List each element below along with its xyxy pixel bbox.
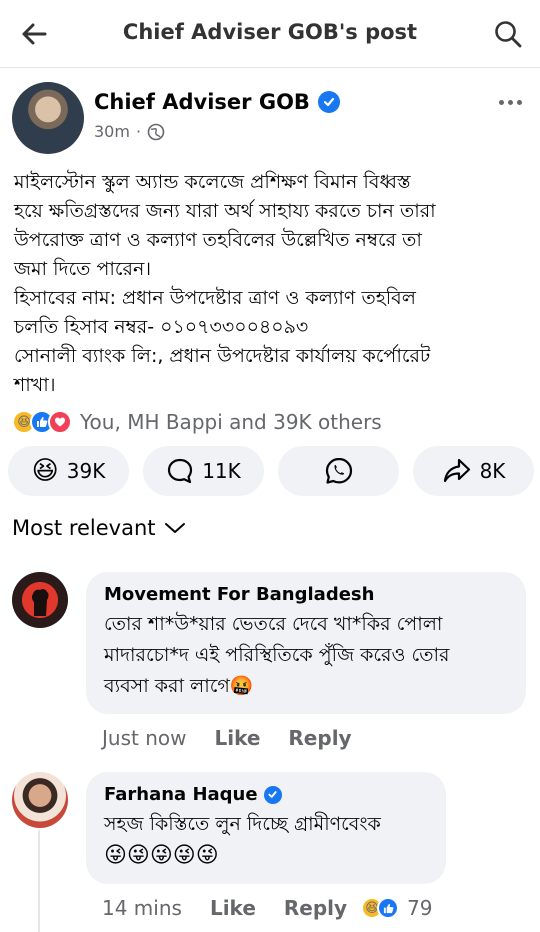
post-line: জমা দিতে পারেন। [14, 258, 152, 280]
sort-label: Most relevant [12, 516, 156, 540]
comments-count: 11K [202, 459, 241, 483]
author-avatar[interactable] [12, 82, 84, 154]
comment-actions: 14 mins Like Reply 😆 79 [102, 896, 433, 920]
commenter-name[interactable]: Farhana Haque [104, 784, 258, 805]
search-button[interactable] [488, 14, 528, 54]
haha-emoji-icon: 😆 [31, 456, 59, 486]
comment-bubble[interactable]: Farhana Haque সহজ কিস্তিতে লুন দিচ্ছে গ্… [86, 772, 446, 884]
comment-sort-dropdown[interactable]: Most relevant [12, 516, 186, 540]
raised-fist-icon [31, 588, 49, 616]
commenter-name-row: Farhana Haque [104, 784, 428, 805]
commenter-name[interactable]: Movement For Bangladesh [104, 584, 508, 605]
comment-like-button[interactable]: Like [210, 896, 256, 920]
globe-icon [147, 123, 165, 140]
dot-icon [507, 99, 513, 105]
post-time[interactable]: 30m [94, 122, 130, 141]
reactions-count: 39K [66, 459, 106, 483]
whatsapp-icon [325, 457, 352, 484]
comment-actions: Just now Like Reply [102, 726, 352, 750]
comment-text-line: মাদারচো*দ এই পরিস্থিতিকে পুঁজি করেও তোর [104, 644, 450, 666]
top-bar: Chief Adviser GOB's post [0, 0, 540, 68]
post-line: মাইলস্টোন স্কুল অ্যান্ড কলেজে প্রশিক্ষণ … [14, 171, 411, 193]
comment-time: 14 mins [102, 896, 182, 920]
verified-badge-icon [263, 785, 282, 804]
chevron-down-icon [164, 523, 185, 533]
post-line: শাখা। [14, 374, 56, 396]
commenter-avatar[interactable] [12, 572, 68, 628]
dot-icon [516, 99, 522, 105]
react-button[interactable]: 😆 39K [8, 446, 129, 496]
post-meta: 30m · [94, 122, 165, 141]
post-more-options-button[interactable] [494, 90, 526, 114]
post-action-bar: 😆 39K 11K 8K [8, 446, 534, 496]
comment-reaction-icons: 😆 [361, 897, 400, 919]
comment-reply-button[interactable]: Reply [284, 896, 347, 920]
like-reaction-icon [377, 897, 400, 919]
post-line: উপরোক্ত ত্রাণ ও কল্যাণ তহবিলের উল্লেখিত … [14, 229, 422, 251]
comment-like-button[interactable]: Like [214, 726, 260, 750]
comment-bubble[interactable]: Movement For Bangladesh তোর শা*উ*য়ার ভে… [86, 572, 526, 714]
post-body: মাইলস্টোন স্কুল অ্যান্ড কলেজে প্রশিক্ষণ … [14, 168, 530, 400]
comment-button[interactable]: 11K [143, 446, 264, 496]
reactions-summary[interactable]: 😆 You, MH Bappi and 39K others [12, 410, 382, 434]
dot-icon [498, 99, 504, 105]
shares-count: 8K [479, 459, 506, 483]
post-line: সোনালী ব্যাংক লি:, প্রধান উপদেষ্টার কার্… [14, 345, 431, 367]
comment-text-line: তোর শা*উ*য়ার ভেতরে দেবে খা*কির পোলা [104, 613, 443, 635]
reaction-icons: 😆 [12, 410, 72, 434]
share-button[interactable]: 8K [413, 446, 534, 496]
love-reaction-icon [48, 410, 72, 434]
thread-line [38, 830, 40, 932]
meta-separator: · [135, 122, 142, 141]
comment-reaction-count: 79 [407, 896, 433, 920]
comment-time: Just now [102, 726, 187, 750]
share-arrow-icon [443, 458, 470, 483]
page-title: Chief Adviser GOB's post [122, 20, 418, 44]
post-line: চলতি হিসাব নম্বর- ০১০৭৩৩০০৪০৯৩ [14, 316, 309, 338]
comment-icon [168, 458, 193, 484]
commenter-avatar[interactable] [12, 772, 68, 828]
comment-reactions[interactable]: 😆 79 [361, 896, 433, 920]
reaction-summary-text[interactable]: You, MH Bappi and 39K others [80, 410, 382, 434]
post-line: হিসাবের নাম: প্রধান উপদেষ্টার ত্রাণ ও কল… [14, 287, 416, 309]
search-icon [495, 21, 522, 48]
comment-emoji-line: 😜😜😜😜😜 [104, 843, 219, 868]
comment-text-line: সহজ কিস্তিতে লুন দিচ্ছে গ্রামীণবেংক [104, 813, 381, 835]
whatsapp-share-button[interactable] [278, 446, 399, 496]
comment-text-line: ব্যবসা করা লাগে🤬 [104, 675, 254, 697]
post-line: হয়ে ক্ষতিগ্রস্তদের জন্য যারা অর্থ সাহায… [14, 200, 436, 222]
verified-badge-icon [317, 91, 340, 113]
post-author[interactable]: Chief Adviser GOB [94, 90, 340, 114]
author-name[interactable]: Chief Adviser GOB [94, 90, 310, 114]
comment-reply-button[interactable]: Reply [288, 726, 351, 750]
